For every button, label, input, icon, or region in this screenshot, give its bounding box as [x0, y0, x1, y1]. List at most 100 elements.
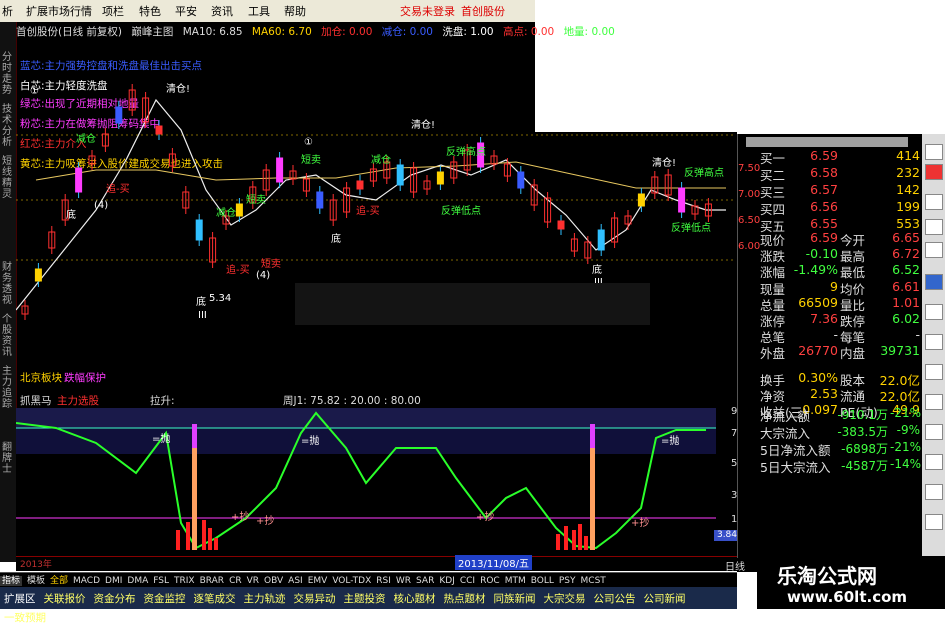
indicator-tab[interactable]: BRAR: [200, 576, 224, 586]
flow-value: -6898万: [841, 442, 888, 456]
indicator-name[interactable]: 抓黑马: [20, 393, 52, 408]
indicator-tab[interactable]: ROC: [480, 576, 500, 586]
volume-bar: [556, 534, 560, 550]
stock-name-menu: 首创股份: [461, 5, 505, 18]
annotation-zhuiyi: 追-买: [106, 182, 130, 195]
indicator-tabs: 指标 模板 全部 MACD DMI DMA FSL TRIX BRAR CR VR OBV ASI EMV…: [0, 572, 737, 588]
tool-button[interactable]: [925, 144, 943, 160]
stat-value: -: [833, 327, 838, 343]
year-label: 2013年: [20, 560, 52, 570]
indicator-tab[interactable]: PSY: [559, 576, 576, 586]
indicator-tab[interactable]: DMA: [127, 576, 148, 586]
extension-tab[interactable]: 扩展区: [0, 587, 40, 606]
menu-item[interactable]: 扩展市场行情: [26, 3, 92, 19]
indicator-tab[interactable]: FSL: [153, 576, 169, 586]
tool-button[interactable]: [925, 164, 943, 180]
jiancang-value: 减仓: 0.00: [381, 26, 433, 38]
annotation-circle: ①: [304, 137, 313, 148]
extension-tab[interactable]: 同族新闻: [490, 587, 540, 606]
tool-button[interactable]: [925, 454, 943, 470]
annotation-fantan-gao: 反弹高点: [684, 166, 724, 179]
tool-button[interactable]: [925, 514, 943, 530]
sidebar-item-flip[interactable]: 翻牌士: [2, 442, 14, 475]
extension-tab[interactable]: 关联报价: [40, 587, 90, 606]
left-sidebar: 分时走势 技术分析 短线精灵 财务透视 个股资讯 主力追踪 翻牌士: [0, 22, 17, 562]
indicator-tab[interactable]: DMI: [105, 576, 122, 586]
sidebar-item-technical[interactable]: 技术分析: [2, 104, 14, 148]
extension-tab[interactable]: 资金分布: [90, 587, 140, 606]
extension-tab[interactable]: 逐笔成交: [190, 587, 240, 606]
menu-item[interactable]: 平安: [175, 3, 197, 19]
annotation-circle4: (4): [256, 270, 270, 281]
tool-button[interactable]: [925, 394, 943, 410]
period-label[interactable]: 日线: [725, 558, 745, 573]
extension-tab[interactable]: 热点题材: [440, 587, 490, 606]
indicator-tab[interactable]: ASI: [288, 576, 303, 586]
tool-button[interactable]: [925, 364, 943, 380]
candle: [235, 203, 243, 217]
lasheng-label: 拉升:: [150, 395, 175, 407]
indicator-tab[interactable]: MTM: [505, 576, 526, 586]
indicator-info-bar: 首创股份(日线 前复权) 巅峰主图 MA10: 6.85 MA60: 6.70 …: [16, 24, 615, 40]
indicator-tab[interactable]: MACD: [73, 576, 100, 586]
indicator-tab[interactable]: TRIX: [174, 576, 195, 586]
indicator-panel[interactable]: =抛 =抛 =抛 +抄 +抄 +抄 +抄: [16, 408, 716, 556]
tool-button[interactable]: [925, 242, 943, 258]
tool-button[interactable]: [925, 304, 943, 320]
kline-chart[interactable]: 清仓! 清仓! 清仓! 减仓 减仓 减仓 反弹高点 反弹高点 反弹低点 反弹低点…: [16, 60, 736, 390]
indicator-tab[interactable]: CR: [229, 576, 242, 586]
indicator-tab[interactable]: BOLL: [531, 576, 554, 586]
sidebar-item-elf[interactable]: 短线精灵: [2, 156, 14, 200]
sidebar-item-finance[interactable]: 财务透视: [2, 262, 14, 306]
indicator-tab[interactable]: 指标: [0, 576, 23, 586]
bid-volume: 142: [896, 182, 920, 197]
indicator-tab[interactable]: VOL-TDX: [332, 576, 371, 586]
flow-pct: -9%: [896, 423, 920, 437]
extension-tab[interactable]: 公司新闻: [640, 587, 690, 606]
stat-value: 26770: [798, 343, 838, 359]
sidebar-item-news[interactable]: 个股资讯: [2, 314, 14, 358]
candle: [115, 106, 123, 124]
extension-tab[interactable]: 公司公告: [590, 587, 640, 606]
extension-tab[interactable]: 主力轨迹: [240, 587, 290, 606]
menu-item[interactable]: 帮助: [284, 3, 306, 19]
indicator-tab[interactable]: 模板: [27, 576, 45, 586]
indicator-tab[interactable]: EMV: [308, 576, 328, 586]
sidebar-item-mainforce[interactable]: 主力追踪: [2, 366, 14, 410]
indicator-tab[interactable]: OBV: [264, 576, 283, 586]
indicator-tab[interactable]: CCI: [460, 576, 475, 586]
menu-item[interactable]: 项栏: [102, 3, 124, 19]
tool-button[interactable]: [925, 424, 943, 440]
sidebar-item-timeshare[interactable]: 分时走势: [2, 52, 14, 96]
extension-tab[interactable]: 核心题材: [390, 587, 440, 606]
indicator-tab[interactable]: 全部: [50, 576, 68, 586]
indicator-tab[interactable]: WR: [396, 576, 411, 586]
extension-tab[interactable]: 大宗交易: [540, 587, 590, 606]
menu-item[interactable]: 资讯: [211, 3, 233, 19]
tool-button[interactable]: [925, 219, 943, 235]
annotation-jiancang: 减仓: [371, 153, 391, 166]
indicator-tab[interactable]: MCST: [581, 576, 606, 586]
trade-status[interactable]: 交易未登录: [400, 3, 455, 19]
volume-bar: [572, 530, 576, 550]
tool-button[interactable]: [925, 274, 943, 290]
tool-button[interactable]: [925, 334, 943, 350]
tool-button[interactable]: [925, 194, 943, 210]
annotation-duanmai: 短卖: [246, 193, 266, 206]
extension-tab[interactable]: 交易异动: [290, 587, 340, 606]
indicator-tab[interactable]: VR: [247, 576, 259, 586]
panel-header: [746, 137, 908, 147]
extension-tab[interactable]: 资金监控: [140, 587, 190, 606]
candle: [678, 187, 686, 213]
stat-value: 39731: [880, 343, 920, 359]
menu-item[interactable]: 工具: [248, 3, 270, 19]
annotation-di: 底: [592, 263, 602, 276]
indicator-tab[interactable]: KDJ: [439, 576, 455, 586]
indicator-tab[interactable]: SAR: [416, 576, 434, 586]
menu-item[interactable]: 析: [2, 3, 13, 19]
indicator-tab[interactable]: RSI: [376, 576, 391, 586]
candle: [34, 268, 42, 282]
menu-item[interactable]: 特色: [139, 3, 161, 19]
tool-button[interactable]: [925, 484, 943, 500]
extension-tab[interactable]: 主题投资: [340, 587, 390, 606]
